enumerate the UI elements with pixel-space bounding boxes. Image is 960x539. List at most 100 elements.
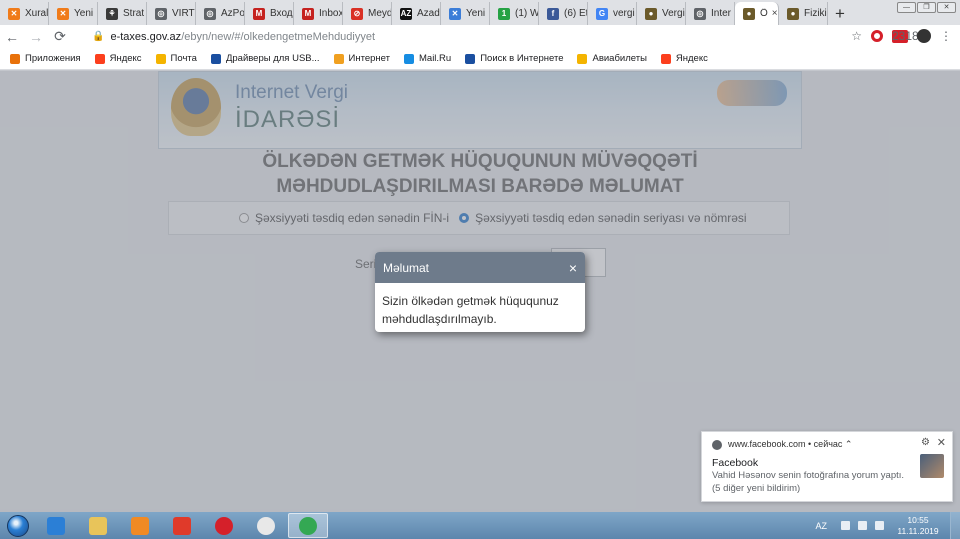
opera-extension-icon[interactable] — [871, 30, 883, 42]
bookmark-icon — [465, 53, 476, 64]
tab-last[interactable]: ● Fiziki — [779, 2, 828, 25]
url-path: /ebyn/new/#/olkedengetmeMehdudiyyet — [181, 30, 376, 43]
taskbar-yandex[interactable] — [162, 513, 202, 538]
tab-favicon-icon: ● — [645, 7, 657, 20]
notification-text: Vahid Həsənov senin fotoğrafına yorum ya… — [712, 470, 905, 481]
tab-favicon-icon: M — [302, 7, 314, 20]
volume-icon[interactable] — [875, 521, 884, 530]
bookmark-label: Почта — [170, 53, 197, 64]
tab-2[interactable]: ⚘ Strat — [98, 2, 147, 25]
forward-button[interactable]: → — [24, 29, 48, 45]
show-desktop-button[interactable] — [950, 512, 960, 539]
media-icon — [131, 516, 149, 535]
language-indicator[interactable]: AZ — [815, 521, 827, 531]
bookmark-label: Драйверы для USB... — [225, 53, 320, 64]
bookmark-label: Поиск в Интернете — [480, 53, 564, 64]
bookmark-icon — [155, 53, 166, 64]
tab-favicon-icon: f — [547, 7, 559, 20]
taskbar-ie[interactable] — [36, 513, 76, 538]
notification-subtext: (5 diğer yeni bildirim) — [712, 483, 801, 494]
network-icon[interactable] — [858, 521, 867, 530]
tab-favicon-icon: G — [596, 7, 608, 20]
bookmark-icon — [10, 53, 20, 64]
tab-8[interactable]: AZ Azadi — [392, 2, 441, 25]
tab-6[interactable]: M Inbox — [294, 2, 343, 25]
facebook-notification[interactable]: www.facebook.com • сейчас ⌃ ⚙ ✕ Facebook… — [701, 431, 953, 502]
modal-close-button[interactable]: × — [569, 261, 577, 275]
tab-close-icon[interactable]: × — [772, 8, 778, 19]
tab-3[interactable]: ◎ VİRT — [147, 2, 196, 25]
bookmark-icon — [210, 53, 221, 64]
tab-4[interactable]: ◎ AzPo — [196, 2, 245, 25]
gear-icon[interactable]: ⚙ — [921, 437, 930, 448]
window-controls: — ❐ ✕ — [896, 2, 956, 13]
tab-5[interactable]: M Входя — [245, 2, 294, 25]
bookmark-0[interactable]: Приложения — [10, 53, 81, 64]
new-tab-button[interactable]: + — [828, 2, 852, 25]
notification-thumbnail — [920, 454, 944, 478]
tab-label: Vergi — [662, 8, 685, 19]
bookmark-4[interactable]: Интернет — [333, 53, 390, 64]
taskbar-yandex-browser[interactable] — [246, 513, 286, 538]
taskbar-media[interactable] — [120, 513, 160, 538]
tab-14[interactable]: ◎ İnter — [686, 2, 735, 25]
tab-favicon-icon: ◎ — [694, 7, 706, 20]
bookmark-2[interactable]: Почта — [155, 53, 197, 64]
tab-favicon-icon: ● — [743, 7, 755, 20]
yandex-icon — [173, 516, 191, 535]
bookmark-6[interactable]: Поиск в Интернете — [465, 53, 563, 64]
yandex-browser-icon — [257, 516, 275, 535]
tab-label: Yeni — [466, 8, 486, 19]
address-bar[interactable]: 🔒 e-taxes.gov.az /ebyn/new/#/olkedengetm… — [92, 31, 375, 43]
tab-12[interactable]: Gvergi — [588, 2, 637, 25]
bookmark-1[interactable]: Яндекс — [94, 53, 142, 64]
bookmark-star-icon[interactable]: ☆ — [851, 29, 862, 43]
profile-avatar[interactable] — [917, 29, 931, 43]
extension-badge-icon[interactable]: 23185 — [892, 29, 925, 43]
close-icon[interactable]: ✕ — [937, 436, 946, 449]
restore-button[interactable]: ❐ — [917, 2, 936, 13]
back-button[interactable]: ← — [0, 29, 24, 45]
minimize-button[interactable]: — — [897, 2, 916, 13]
bookmark-5[interactable]: Mail.Ru — [404, 53, 451, 64]
tab-label: Yeni — [74, 8, 94, 19]
tab-0[interactable]: ✕ Xural — [0, 2, 49, 25]
tab-label: AzPo — [221, 8, 244, 19]
lock-icon: 🔒 — [92, 31, 105, 42]
chrome-mini-icon — [712, 439, 722, 450]
bookmark-label: Mail.Ru — [419, 53, 452, 64]
tab-1[interactable]: ✕ Yeni — [49, 2, 98, 25]
bookmark-8[interactable]: Яндекс — [660, 53, 708, 64]
bookmark-label: Приложения — [25, 53, 81, 64]
bookmark-3[interactable]: Драйверы для USB... — [210, 53, 320, 64]
bookmark-7[interactable]: Авиабилеты — [577, 53, 647, 64]
tab-favicon-icon: ● — [787, 7, 799, 20]
bookmark-label: Интернет — [348, 53, 390, 64]
flag-icon[interactable] — [841, 521, 850, 530]
tab-label: Fiziki — [804, 8, 827, 19]
tab-7[interactable]: ⊘ Meyd — [343, 2, 392, 25]
tab-active[interactable]: ● Ö × — [735, 2, 779, 25]
bookmark-icon — [94, 53, 105, 64]
bookmarks-bar: Приложения Яндекс Почта Драйверы для USB...… — [0, 48, 960, 70]
tab-strip: ✕Xural✕Yeni⚘Strat◎VİRT◎AzPoMВходяMInbox⊘… — [0, 0, 960, 25]
browser-toolbar: ← → ⟳ 🔒 e-taxes.gov.az /ebyn/new/#/olked… — [0, 25, 960, 48]
tab-10[interactable]: 1 (1) W — [490, 2, 539, 25]
tab-13[interactable]: ● Vergi — [637, 2, 686, 25]
tab-label: Meyd — [368, 8, 391, 19]
reload-button[interactable]: ⟳ — [48, 28, 72, 45]
tab-favicon-icon: 1 — [498, 7, 510, 20]
taskbar-explorer[interactable] — [78, 513, 118, 538]
menu-icon[interactable]: ⋮ — [940, 29, 952, 43]
tab-label: vergi — [613, 8, 635, 19]
tab-11[interactable]: f (6) Et — [539, 2, 588, 25]
notification-source-text: www.facebook.com • сейчас ⌃ — [728, 439, 853, 449]
taskbar-chrome[interactable] — [288, 513, 328, 538]
tab-favicon-icon: ◎ — [155, 7, 167, 20]
bookmark-icon — [404, 53, 414, 64]
clock[interactable]: 10:55 11.11.2019 — [892, 515, 944, 537]
start-button[interactable] — [0, 512, 36, 539]
close-window-button[interactable]: ✕ — [937, 2, 956, 13]
tab-9[interactable]: ✕ Yeni — [441, 2, 490, 25]
taskbar-opera[interactable] — [204, 513, 244, 538]
